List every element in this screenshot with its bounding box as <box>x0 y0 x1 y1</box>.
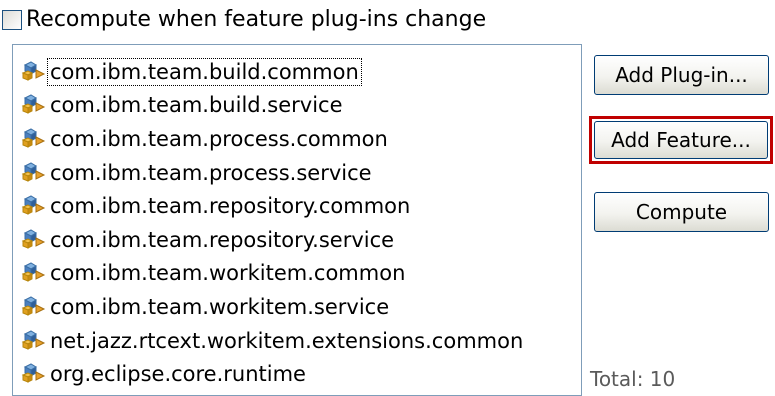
list-item[interactable]: net.jazz.rtcext.workitem.extensions.comm… <box>19 324 526 358</box>
add-feature-button-label: Add Feature... <box>611 128 751 152</box>
plugin-icon <box>19 92 47 118</box>
list-item-label: com.ibm.team.repository.service <box>50 227 395 252</box>
list-item[interactable]: com.ibm.team.process.common <box>19 122 526 156</box>
list-item-label: org.eclipse.core.runtime <box>50 362 306 387</box>
recompute-checkbox[interactable] <box>2 10 22 30</box>
plugin-icon <box>19 126 47 152</box>
list-item-label: com.ibm.team.repository.common <box>50 194 411 219</box>
plugin-list[interactable]: com.ibm.team.build.common com.ibm.team.bu… <box>12 44 582 396</box>
list-item[interactable]: com.ibm.team.workitem.common <box>19 257 526 291</box>
compute-button-label: Compute <box>635 200 728 224</box>
plugin-icon <box>19 227 47 253</box>
plugin-icon <box>19 160 47 186</box>
list-item[interactable]: com.ibm.team.workitem.service <box>19 290 526 324</box>
plugin-icon <box>19 59 47 85</box>
list-item[interactable]: org.eclipse.core.runtime <box>19 357 526 391</box>
add-feature-button[interactable]: Add Feature... <box>594 121 768 159</box>
plugin-icon <box>19 361 47 387</box>
plugin-icon <box>19 294 47 320</box>
list-item[interactable]: com.ibm.team.repository.common <box>19 189 526 223</box>
plugin-icon <box>19 260 47 286</box>
plugin-icon <box>19 328 47 354</box>
list-item[interactable]: com.ibm.team.build.common <box>19 55 526 89</box>
list-item-label: com.ibm.team.workitem.common <box>50 261 406 286</box>
list-item[interactable]: com.ibm.team.process.service <box>19 156 526 190</box>
list-item-label: com.ibm.team.build.common <box>47 57 362 86</box>
compute-button[interactable]: Compute <box>594 192 769 232</box>
recompute-checkbox-row[interactable]: Recompute when feature plug-ins change <box>0 6 486 34</box>
list-item-label: com.ibm.team.build.service <box>50 93 343 118</box>
list-item-label: com.ibm.team.workitem.service <box>50 294 390 319</box>
add-plugin-button[interactable]: Add Plug-in... <box>594 55 769 95</box>
list-item[interactable]: com.ibm.team.build.service <box>19 89 526 123</box>
total-count-label: Total: 10 <box>590 367 676 391</box>
add-feature-button-highlight[interactable]: Add Feature... <box>589 116 773 164</box>
add-plugin-button-label: Add Plug-in... <box>615 63 748 87</box>
list-item-label: net.jazz.rtcext.workitem.extensions.comm… <box>50 328 524 353</box>
list-item[interactable]: com.ibm.team.repository.service <box>19 223 526 257</box>
recompute-checkbox-label: Recompute when feature plug-ins change <box>26 7 487 32</box>
list-item-label: com.ibm.team.process.service <box>50 160 372 185</box>
plugin-list-items: com.ibm.team.build.common com.ibm.team.bu… <box>19 55 526 391</box>
list-item-label: com.ibm.team.process.common <box>50 126 388 151</box>
plugin-icon <box>19 193 47 219</box>
